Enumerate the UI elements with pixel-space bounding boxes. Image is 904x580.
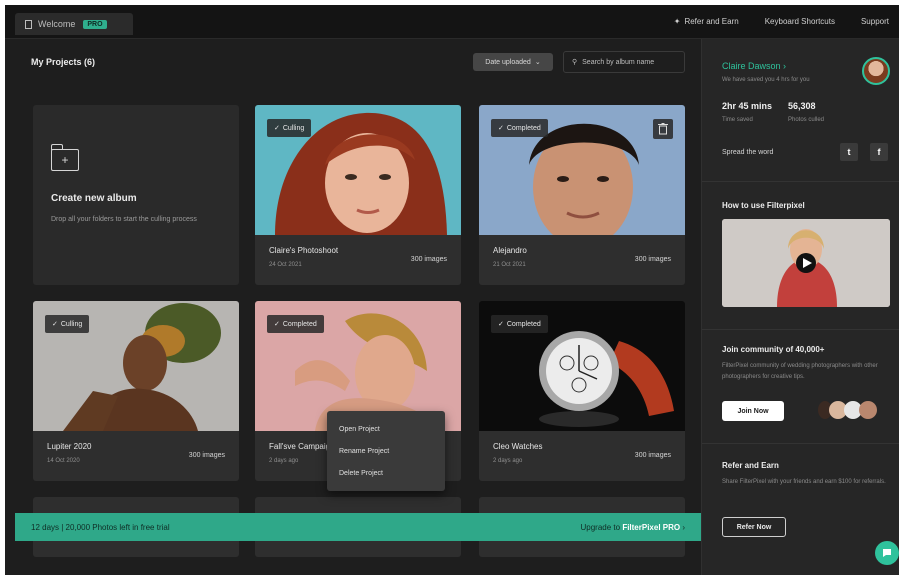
user-name[interactable]: Claire Dawson › [722,61,786,71]
trial-text: 12 days | 20,000 Photos left in free tri… [31,522,170,532]
search-input[interactable]: ⚲ Search by album name [563,51,685,73]
check-icon: ✓ [274,321,280,328]
support-link[interactable]: Support [861,17,889,26]
create-new-album-card[interactable]: + Create new album Drop all your folders… [33,105,239,285]
new-album-title: Create new album [51,193,137,204]
top-links: ✦ Refer and Earn Keyboard Shortcuts Suppo… [674,17,889,26]
chat-icon[interactable] [875,541,899,565]
document-icon [25,19,32,29]
divider [702,181,899,182]
menu-item-delete-project[interactable]: Delete Project [327,463,445,485]
status-badge: ✓ Completed [491,315,548,333]
community-heading: Join community of 40,000+ [722,345,825,354]
trial-banner: 12 days | 20,000 Photos left in free tri… [15,513,701,541]
sort-dropdown[interactable]: Date uploaded ⌄ [473,53,553,71]
status-badge: ✓ Completed [267,315,324,333]
app-window: Welcome PRO ✦ Refer and Earn Keyboard Sho… [5,5,899,575]
spread-word-label: Spread the word [722,149,774,156]
folder-add-icon: + [50,144,79,171]
community-desc: FilterPixel community of wedding photogr… [722,363,878,380]
album-name: Alejandro [493,246,527,255]
album-count: 300 images [634,452,671,459]
album-date: 24 Oct 2021 [269,262,302,268]
album-date: 21 Oct 2021 [493,262,526,268]
album-date: 14 Oct 2020 [47,458,80,464]
album-card[interactable]: ✓ Culling Lupiter 2020 14 Oct 2020 300 im… [33,301,239,481]
tutorial-video[interactable] [722,219,890,307]
upgrade-link[interactable]: Upgrade to FilterPixel PRO › [580,523,685,532]
stat-label: Photos culled [788,117,825,123]
user-subtitle: We have saved you 4 hrs for you [722,77,810,83]
album-count: 300 images [634,256,671,263]
how-to-heading: How to use Filterpixel [722,201,805,210]
context-menu: Open Project Rename Project Delete Proje… [327,411,445,491]
album-name: Cleo Watches [493,442,543,451]
album-name: Lupiter 2020 [47,442,92,451]
album-card[interactable]: ✓ Completed Alejandro 21 Oct 2021 300 ima… [479,105,685,285]
new-album-desc: Drop all your folders to start the culli… [51,216,197,223]
right-panel: Claire Dawson › We have saved you 4 hrs … [701,39,899,575]
page-title: My Projects (6) [31,57,96,67]
status-badge: ✓ Completed [491,119,548,137]
status-badge: ✓ Culling [267,119,312,137]
menu-item-open-project[interactable]: Open Project [327,419,445,441]
menu-item-rename-project[interactable]: Rename Project [327,441,445,463]
refer-desc: Share FilterPixel with your friends and … [722,479,886,485]
trash-icon[interactable] [653,119,673,139]
keyboard-shortcuts-link[interactable]: Keyboard Shortcuts [765,17,835,26]
avatar [859,401,877,419]
album-count: 300 images [410,256,447,263]
search-icon: ⚲ [572,59,578,66]
refer-heading: Refer and Earn [722,461,779,470]
album-card[interactable]: ✓ Culling Claire's Photoshoot 24 Oct 2021… [255,105,461,285]
main-area: My Projects (6) Date uploaded ⌄ ⚲ Search… [5,39,701,575]
refer-earn-link[interactable]: ✦ Refer and Earn [674,17,739,26]
check-icon: ✓ [52,321,58,328]
tab-welcome[interactable]: Welcome PRO [15,13,133,35]
album-count: 300 images [188,452,225,459]
stat-value: 2hr 45 mins [722,101,773,111]
chevron-down-icon: ⌄ [534,59,541,66]
check-icon: ✓ [498,321,504,328]
stat-label: Time saved [722,117,753,123]
divider [702,329,899,330]
avatar[interactable] [862,57,890,85]
stat-value: 56,308 [788,101,816,111]
tab-label: Welcome [38,19,76,29]
album-date: 2 days ago [493,458,523,464]
pro-badge: PRO [83,19,107,29]
check-icon: ✓ [498,125,504,132]
twitter-icon[interactable]: t [840,143,858,161]
refer-now-button[interactable]: Refer Now [722,517,786,537]
check-icon: ✓ [274,125,280,132]
divider [702,443,899,444]
status-badge: ✓ Culling [45,315,90,333]
album-card[interactable]: ✓ Completed Cleo Watches 2 days ago 300 i… [479,301,685,481]
album-name: Fall'sve Campaign [269,442,335,451]
join-now-button[interactable]: Join Now [722,401,784,421]
album-name: Claire's Photoshoot [269,246,339,255]
top-bar: Welcome PRO ✦ Refer and Earn Keyboard Sho… [5,5,899,39]
album-date: 2 days ago [269,458,299,464]
facebook-icon[interactable]: f [870,143,888,161]
gift-icon: ✦ [673,17,681,26]
community-avatars [818,401,877,419]
